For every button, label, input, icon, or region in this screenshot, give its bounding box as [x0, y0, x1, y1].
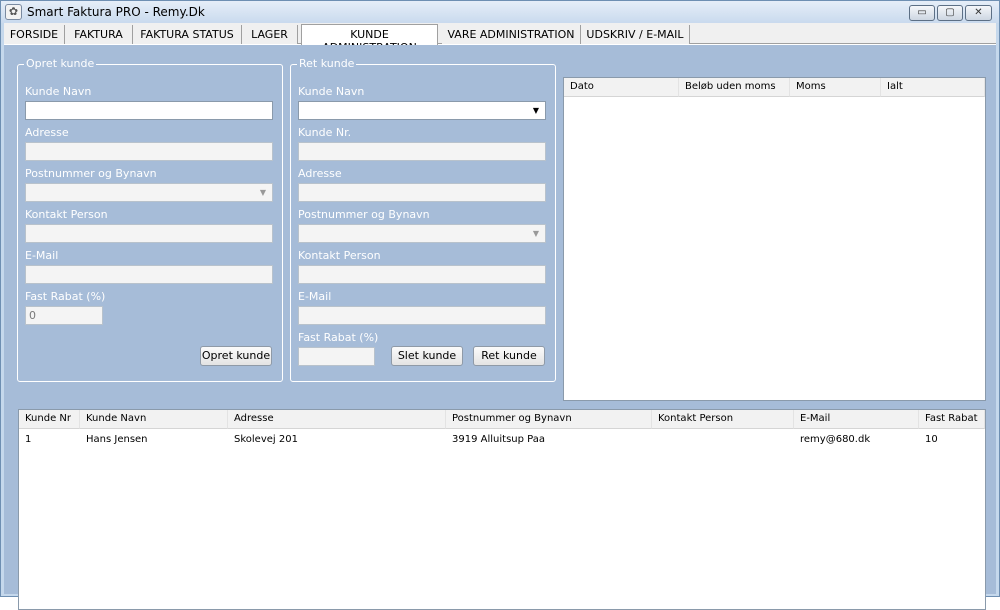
opret-contact-input[interactable] [25, 224, 273, 243]
tab-forside[interactable]: FORSIDE [4, 25, 65, 44]
tab-bar: FORSIDE FAKTURA FAKTURA STATUS LAGER KUN… [4, 23, 996, 54]
opret-postal-combo[interactable]: ▼ [25, 183, 273, 202]
opret-postal-label: Postnummer og Bynavn [25, 167, 157, 180]
chevron-down-icon[interactable]: ▼ [529, 227, 543, 240]
ret-name-label: Kunde Navn [298, 85, 365, 98]
customer-col-adresse[interactable]: Adresse [228, 410, 446, 429]
cell-email: remy@680.dk [800, 434, 871, 445]
tab-faktura-status[interactable]: FAKTURA STATUS [133, 25, 242, 44]
ret-nr-input[interactable] [298, 142, 546, 161]
customer-col-navn[interactable]: Kunde Navn [80, 410, 228, 429]
minimize-button[interactable]: ▭ [909, 5, 935, 21]
invoice-col-moms[interactable]: Moms [790, 78, 881, 97]
invoice-grid[interactable]: Dato Beløb uden moms Moms Ialt [563, 77, 986, 401]
opret-address-label: Adresse [25, 126, 69, 139]
customer-col-postnummer[interactable]: Postnummer og Bynavn [446, 410, 652, 429]
ret-contact-input[interactable] [298, 265, 546, 284]
customer-col-nr[interactable]: Kunde Nr [19, 410, 80, 429]
customer-col-kontakt[interactable]: Kontakt Person [652, 410, 794, 429]
opret-name-label: Kunde Navn [25, 85, 92, 98]
opret-kunde-legend: Opret kunde [24, 57, 97, 70]
ret-address-input[interactable] [298, 183, 546, 202]
cell-adresse: Skolevej 201 [234, 434, 298, 445]
customer-col-rabat[interactable]: Fast Rabat [919, 410, 985, 429]
slet-kunde-button[interactable]: Slet kunde [391, 346, 463, 366]
chevron-down-icon[interactable]: ▼ [529, 104, 543, 117]
opret-address-input[interactable] [25, 142, 273, 161]
opret-email-input[interactable] [25, 265, 273, 284]
opret-kunde-button[interactable]: Opret kunde [200, 346, 272, 366]
ret-kunde-button[interactable]: Ret kunde [473, 346, 545, 366]
invoice-col-beloeb[interactable]: Beløb uden moms [679, 78, 790, 97]
ret-rabat-input[interactable] [298, 347, 375, 366]
ret-postal-combo[interactable]: ▼ [298, 224, 546, 243]
maximize-button[interactable]: ▢ [937, 5, 963, 21]
tab-lager[interactable]: LAGER [242, 25, 298, 44]
opret-rabat-input[interactable]: 0 [25, 306, 103, 325]
cell-rabat: 10 [925, 434, 938, 445]
close-button[interactable]: ✕ [965, 5, 992, 21]
app-icon[interactable]: ✿ [5, 4, 22, 20]
invoice-col-dato[interactable]: Dato [564, 78, 679, 97]
window-title: Smart Faktura PRO - Remy.Dk [27, 5, 205, 19]
ret-kunde-legend: Ret kunde [297, 57, 357, 70]
opret-name-input[interactable] [25, 101, 273, 120]
chevron-down-icon[interactable]: ▼ [256, 186, 270, 199]
client-area: FORSIDE FAKTURA FAKTURA STATUS LAGER KUN… [4, 23, 996, 610]
tab-kunde-administration[interactable]: KUNDE ADMINISTRATION [301, 24, 438, 54]
tab-faktura[interactable]: FAKTURA [65, 25, 133, 44]
opret-contact-label: Kontakt Person [25, 208, 108, 221]
ret-rabat-label: Fast Rabat (%) [298, 331, 379, 344]
tab-vare-administration[interactable]: VARE ADMINISTRATION [442, 25, 581, 44]
app-window: ✿ Smart Faktura PRO - Remy.Dk ▭ ▢ ✕ FORS… [0, 0, 1000, 610]
ret-email-input[interactable] [298, 306, 546, 325]
tab-udskriv-email[interactable]: UDSKRIV / E-MAIL [581, 25, 690, 44]
ret-address-label: Adresse [298, 167, 342, 180]
cell-postnummer: 3919 Alluitsup Paa [452, 434, 545, 445]
cell-kunde-nr: 1 [25, 434, 32, 445]
kunde-administration-page: Opret kunde Kunde Navn Adresse Postnumme… [4, 45, 996, 610]
ret-email-label: E-Mail [298, 290, 332, 303]
opret-rabat-label: Fast Rabat (%) [25, 290, 106, 303]
opret-email-label: E-Mail [25, 249, 59, 262]
invoice-col-ialt[interactable]: Ialt [881, 78, 985, 97]
ret-contact-label: Kontakt Person [298, 249, 381, 262]
ret-nr-label: Kunde Nr. [298, 126, 352, 139]
customer-col-email[interactable]: E-Mail [794, 410, 919, 429]
cell-kunde-navn: Hans Jensen [86, 434, 148, 445]
ret-postal-label: Postnummer og Bynavn [298, 208, 430, 221]
table-row[interactable]: 1 Hans Jensen Skolevej 201 3919 Alluitsu… [19, 432, 985, 448]
title-bar[interactable]: ✿ Smart Faktura PRO - Remy.Dk ▭ ▢ ✕ [1, 1, 999, 23]
customer-grid[interactable]: Kunde Nr Kunde Navn Adresse Postnummer o… [18, 409, 986, 610]
ret-name-combo[interactable]: ▼ [298, 101, 546, 120]
